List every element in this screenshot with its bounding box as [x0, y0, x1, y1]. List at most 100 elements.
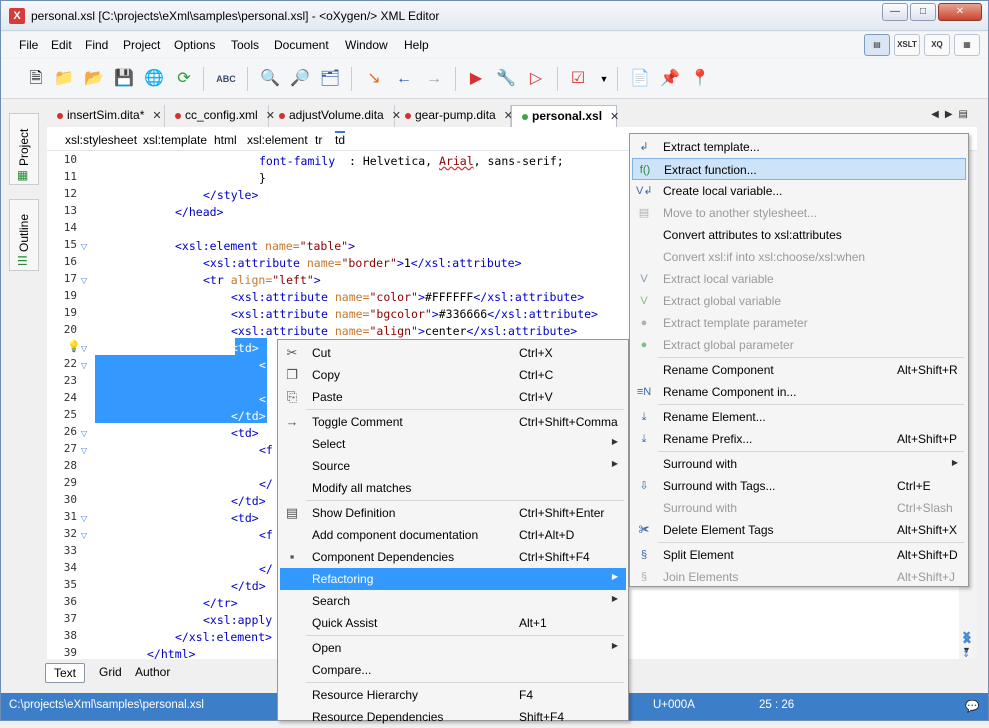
- context-menu-item[interactable]: Modify all matches: [280, 477, 626, 499]
- fold-toggle-icon[interactable]: ▽: [81, 361, 87, 370]
- context-menu-item[interactable]: Add component documentation Ctrl+Alt+D: [280, 524, 626, 546]
- context-menu-item[interactable]: ⎘ Paste Ctrl+V: [280, 386, 626, 408]
- context-menu-item[interactable]: Quick Assist Alt+1: [280, 612, 626, 634]
- breadcrumb-item[interactable]: xsl:element: [247, 133, 308, 147]
- find-icon[interactable]: 🔍: [259, 68, 281, 90]
- validate-icon[interactable]: ☑: [567, 68, 589, 90]
- title-bar: X personal.xsl [C:\projects\eXml\samples…: [1, 1, 988, 31]
- web-icon[interactable]: 🌐: [143, 68, 165, 90]
- submenu-item[interactable]: ⇩ Surround with Tags... Ctrl+E: [632, 475, 966, 497]
- context-menu-item[interactable]: Compare...: [280, 659, 626, 681]
- tab-right-icon[interactable]: ▶: [945, 109, 959, 120]
- context-menu-item[interactable]: Select ▶: [280, 433, 626, 455]
- open-url-icon[interactable]: 📂: [83, 68, 105, 90]
- submenu-item[interactable]: Convert attributes to xsl:attributes: [632, 224, 966, 246]
- configure-transform-icon[interactable]: 🔧: [495, 68, 517, 90]
- tab-cc-config[interactable]: cc_config.xml ✕: [165, 105, 275, 127]
- fold-toggle-icon[interactable]: ▽: [81, 446, 87, 455]
- open-folder-icon[interactable]: 📁: [53, 68, 75, 90]
- fold-toggle-icon[interactable]: ▽: [81, 514, 87, 523]
- submenu-item[interactable]: ≡N Rename Component in...: [632, 381, 966, 403]
- fold-toggle-icon[interactable]: ▽: [81, 276, 87, 285]
- context-menu-item[interactable]: Refactoring ▶: [280, 568, 626, 590]
- close-tab-icon[interactable]: ✕: [152, 110, 161, 122]
- tab-personal-xsl[interactable]: personal.xsl ✕: [511, 105, 619, 127]
- spellcheck-icon[interactable]: ABC: [215, 68, 237, 90]
- tab-list-icon[interactable]: ▤: [959, 109, 974, 120]
- menu-tools[interactable]: Tools: [231, 38, 259, 52]
- xquery-perspective-button[interactable]: XQ: [924, 34, 950, 56]
- refresh-icon[interactable]: ⟳: [173, 68, 195, 90]
- mode-tab-text[interactable]: Text: [45, 663, 86, 683]
- minimize-icon[interactable]: —: [882, 3, 908, 21]
- xpath-icon[interactable]: 📄: [629, 68, 651, 90]
- submenu-item[interactable]: ✀ Delete Element Tags Alt+Shift+X: [632, 519, 966, 541]
- submenu-item[interactable]: § Split Element Alt+Shift+D: [632, 544, 966, 566]
- mode-tab-author[interactable]: Author: [127, 663, 178, 681]
- fold-toggle-icon[interactable]: ▽: [81, 344, 87, 353]
- fold-toggle-icon[interactable]: ▽: [81, 429, 87, 438]
- xslt-perspective-button[interactable]: XSLT: [894, 34, 920, 56]
- menu-help[interactable]: Help: [404, 38, 429, 52]
- context-menu-item[interactable]: ❐ Copy Ctrl+C: [280, 364, 626, 386]
- back-icon[interactable]: ←: [393, 68, 415, 90]
- context-menu-item[interactable]: Source ▶: [280, 455, 626, 477]
- context-menu-item[interactable]: Open ▶: [280, 637, 626, 659]
- fold-toggle-icon[interactable]: ▽: [81, 242, 87, 251]
- context-menu-item[interactable]: ▤ Show Definition Ctrl+Shift+Enter: [280, 502, 626, 524]
- lightbulb-icon[interactable]: 💡: [67, 340, 81, 353]
- context-menu-item[interactable]: ▪ Component Dependencies Ctrl+Shift+F4: [280, 546, 626, 568]
- menu-document[interactable]: Document: [274, 38, 329, 52]
- menu-options[interactable]: Options: [174, 38, 215, 52]
- debug-transform-icon[interactable]: ▷: [525, 68, 547, 90]
- oxygen-x-icon[interactable]: X: [9, 8, 25, 24]
- forward-icon[interactable]: →: [423, 68, 445, 90]
- tab-insertsim[interactable]: insertSim.dita* ✕: [47, 105, 165, 127]
- menu-file[interactable]: File: [19, 38, 38, 52]
- context-menu-item[interactable]: ✂ Cut Ctrl+X: [280, 342, 626, 364]
- submenu-item[interactable]: ⤓ Rename Element...: [632, 406, 966, 428]
- breadcrumb-item[interactable]: xsl:template: [143, 133, 207, 147]
- menu-project[interactable]: Project: [123, 38, 160, 52]
- pin-icon[interactable]: 📌: [659, 68, 681, 90]
- tab-gear-pump[interactable]: gear-pump.dita ✕: [395, 105, 513, 127]
- import-icon[interactable]: 🗂: [319, 68, 341, 90]
- editor-perspective-icon[interactable]: ▤: [864, 34, 890, 56]
- breadcrumb-item-active[interactable]: td: [335, 131, 346, 147]
- submenu-item[interactable]: Rename Component Alt+Shift+R: [632, 359, 966, 381]
- menu-find[interactable]: Find: [85, 38, 108, 52]
- submenu-item[interactable]: ↲ Extract template...: [632, 136, 966, 158]
- menu-window[interactable]: Window: [345, 38, 388, 52]
- breadcrumb-item[interactable]: xsl:stylesheet: [65, 133, 137, 147]
- fold-toggle-icon[interactable]: ▽: [81, 531, 87, 540]
- dropdown-icon[interactable]: ▼: [593, 68, 615, 90]
- maximize-icon[interactable]: □: [910, 3, 936, 21]
- jump-icon[interactable]: ↘: [363, 68, 385, 90]
- mode-tab-grid[interactable]: Grid: [91, 663, 130, 681]
- submenu-item[interactable]: ⤓ Rename Prefix... Alt+Shift+P: [632, 428, 966, 450]
- breadcrumb-item[interactable]: html: [214, 133, 237, 147]
- tab-adjustvolume[interactable]: adjustVolume.dita ✕: [269, 105, 401, 127]
- close-icon[interactable]: ✕: [938, 3, 982, 21]
- context-menu-item[interactable]: Search ▶: [280, 590, 626, 612]
- breadcrumb-item[interactable]: tr: [315, 133, 322, 147]
- menu-edit[interactable]: Edit: [51, 38, 72, 52]
- context-menu-item[interactable]: Resource Hierarchy F4: [280, 684, 626, 706]
- context-menu-item[interactable]: Resource Dependencies Shift+F4: [280, 706, 626, 728]
- expand-icon[interactable]: ⇕: [962, 649, 970, 660]
- context-menu-item[interactable]: → Toggle Comment Ctrl+Shift+Comma: [280, 411, 626, 433]
- side-tab-project[interactable]: Project ▦: [9, 113, 39, 185]
- run-transform-icon[interactable]: ▶: [465, 68, 487, 90]
- side-tab-outline[interactable]: Outline ☰: [9, 199, 39, 271]
- tab-left-icon[interactable]: ◀: [931, 109, 945, 120]
- find-file-icon[interactable]: 🔎: [289, 68, 311, 90]
- database-perspective-icon[interactable]: ▦: [954, 34, 980, 56]
- submenu-item[interactable]: f() Extract function...: [632, 158, 966, 180]
- message-icon[interactable]: 💬: [965, 699, 979, 713]
- new-file-icon[interactable]: 🗎: [25, 68, 47, 90]
- submenu-item[interactable]: V↲ Create local variable...: [632, 180, 966, 202]
- save-icon[interactable]: 💾: [113, 68, 135, 90]
- unpin-icon[interactable]: 📍: [689, 68, 711, 90]
- submenu-item[interactable]: Surround with ▶: [632, 453, 966, 475]
- close-tab-icon[interactable]: ✕: [610, 111, 619, 123]
